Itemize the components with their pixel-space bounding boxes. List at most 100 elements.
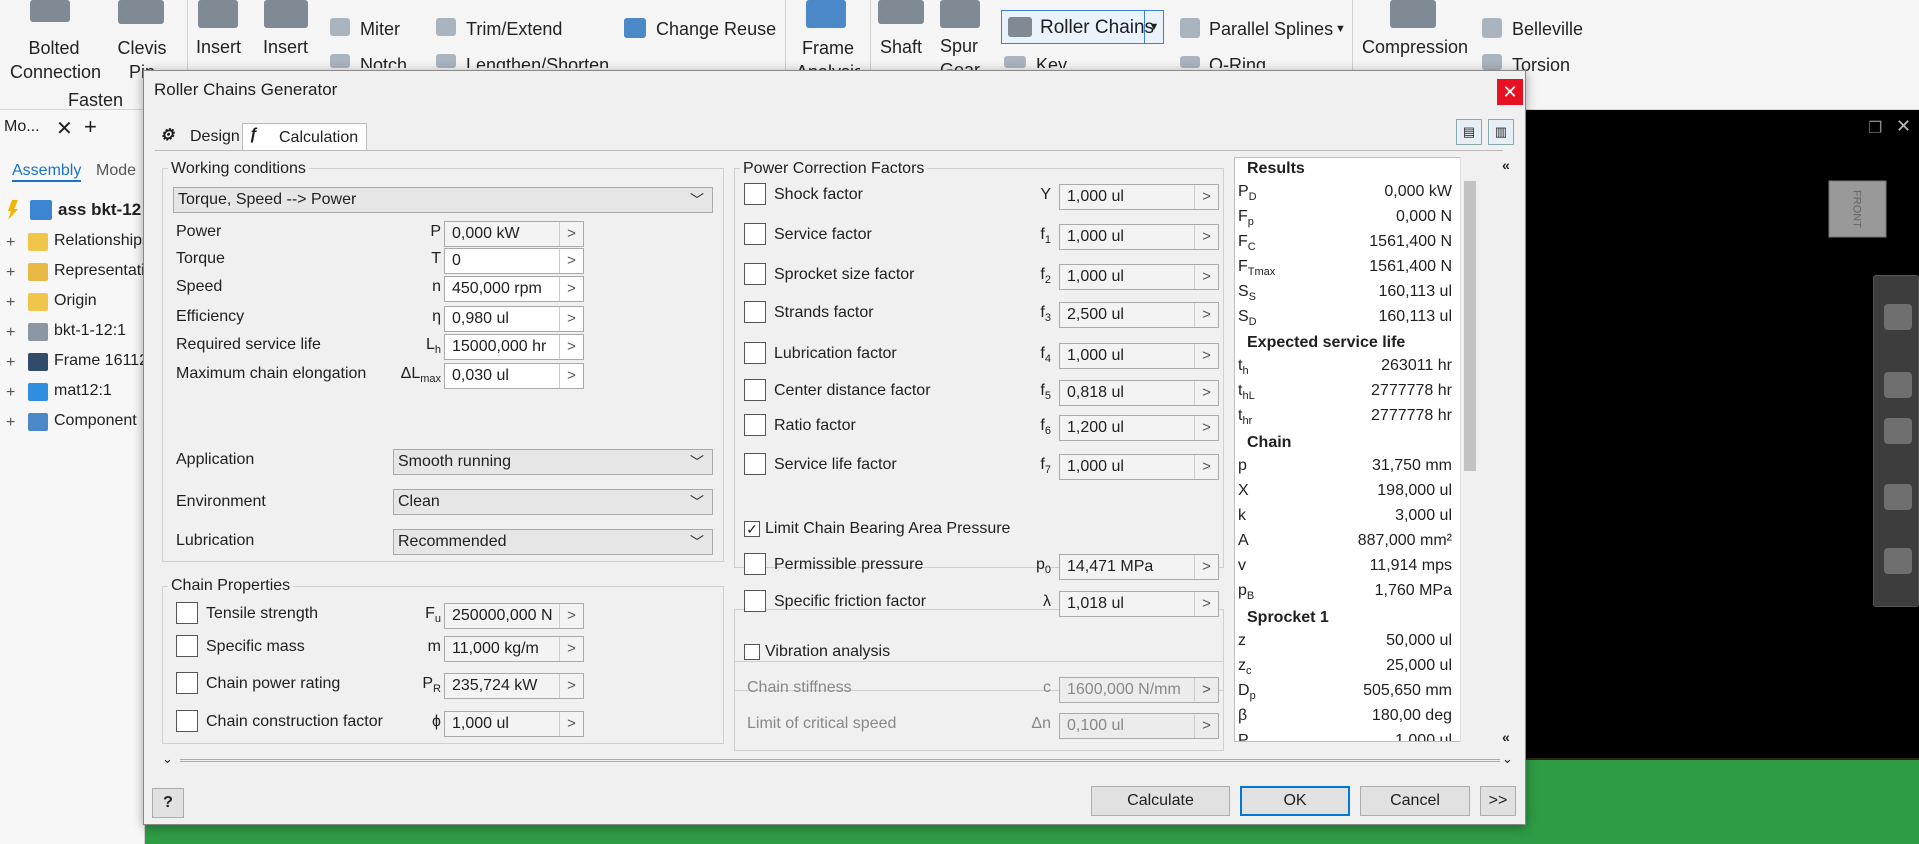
chevron-right-icon[interactable]: >: [1194, 344, 1218, 368]
ribbon-belleville[interactable]: Belleville: [1512, 18, 1583, 40]
collapse-results-icon[interactable]: «: [1502, 157, 1510, 173]
help-button[interactable]: ?: [152, 788, 184, 818]
working-row-input[interactable]: 15000,000 hr >: [444, 334, 584, 360]
scrollbar-thumb[interactable]: [1464, 181, 1476, 471]
dropdown-arrow-icon[interactable]: ▼: [1144, 11, 1163, 43]
viewport-close-icon[interactable]: ✕: [1896, 116, 1911, 137]
limit-bearing-checkbox[interactable]: ✓: [744, 521, 760, 537]
ribbon-shaft[interactable]: Shaft: [880, 36, 922, 58]
chevron-right-icon[interactable]: >: [1194, 678, 1218, 702]
ribbon-compression[interactable]: Compression: [1362, 36, 1468, 58]
roller-chains-combo[interactable]: Roller Chains ▼: [1001, 10, 1164, 44]
add-tab-icon[interactable]: +: [84, 114, 97, 140]
restore-window-icon[interactable]: ❐: [1868, 118, 1882, 138]
tree-item-frame[interactable]: + Frame 16112: [0, 351, 145, 375]
expand-down-icon[interactable]: ⌄: [162, 751, 173, 767]
modeling-tab[interactable]: Mode: [96, 162, 136, 180]
power-factor-row-input[interactable]: 1,200 ul >: [1059, 415, 1219, 441]
browser-tab[interactable]: Mo...: [4, 118, 40, 136]
power-factor-row-checkbox[interactable]: [744, 342, 766, 364]
look-at-icon[interactable]: [1884, 548, 1912, 574]
chevron-right-icon[interactable]: >: [559, 674, 583, 698]
guide-icon[interactable]: ▤: [1456, 119, 1482, 145]
power-factor-row-checkbox[interactable]: [744, 263, 766, 285]
ok-button[interactable]: OK: [1240, 786, 1350, 816]
ribbon-key[interactable]: Key: [1036, 54, 1067, 68]
chevron-right-icon[interactable]: >: [559, 277, 583, 301]
chevron-right-icon[interactable]: >: [1194, 265, 1218, 289]
bearing-row-checkbox[interactable]: [744, 590, 766, 612]
tree-item-representations[interactable]: +Representations: [0, 261, 145, 285]
cancel-button[interactable]: Cancel: [1360, 786, 1470, 816]
ribbon-o-ring[interactable]: O-Ring: [1209, 54, 1266, 68]
power-factor-row-input[interactable]: 2,500 ul >: [1059, 302, 1219, 328]
chevron-right-icon[interactable]: >: [559, 222, 583, 246]
assembly-tab[interactable]: Assembly: [12, 162, 82, 182]
chain-prop-row-input[interactable]: 235,724 kW >: [444, 673, 584, 699]
calculation-mode-select[interactable]: Torque, Speed --> Power ﹀: [173, 187, 713, 213]
ribbon-trim-extend[interactable]: Trim/Extend: [466, 18, 562, 40]
chevron-right-icon[interactable]: >: [559, 637, 583, 661]
splitter[interactable]: [180, 759, 1500, 762]
tree-item-component[interactable]: + Component: [0, 411, 145, 435]
working-row-input[interactable]: 0,000 kW >: [444, 221, 584, 247]
chain-prop-row-input[interactable]: 11,000 kg/m >: [444, 636, 584, 662]
chevron-right-icon[interactable]: >: [1194, 303, 1218, 327]
pan-icon[interactable]: [1884, 372, 1912, 398]
chain-prop-row-checkbox[interactable]: [176, 602, 198, 624]
power-factor-row-input[interactable]: 1,000 ul >: [1059, 343, 1219, 369]
chevron-right-icon[interactable]: >: [559, 364, 583, 388]
chain-prop-row-checkbox[interactable]: [176, 710, 198, 732]
tree-item-origin[interactable]: + Origin: [0, 291, 145, 315]
power-factor-row-input[interactable]: 1,000 ul >: [1059, 184, 1219, 210]
tree-item-relationships[interactable]: + Relationships: [0, 231, 145, 255]
tree-item-mat[interactable]: + mat12:1: [0, 381, 145, 405]
chevron-right-icon[interactable]: >: [559, 604, 583, 628]
zoom-icon[interactable]: [1884, 418, 1912, 444]
ribbon-insert-end-cap[interactable]: Insert: [263, 36, 308, 58]
report-icon[interactable]: ▥: [1488, 119, 1514, 145]
ribbon-lengthen-shorten[interactable]: Lengthen/Shorten: [466, 54, 609, 68]
tab-design[interactable]: ⚙ Design: [154, 123, 248, 151]
vibration-row-input[interactable]: 1600,000 N/mm >: [1059, 677, 1219, 703]
power-factor-row-checkbox[interactable]: [744, 414, 766, 436]
orbit-icon[interactable]: [1884, 484, 1912, 510]
chevron-right-icon[interactable]: >: [1194, 714, 1218, 738]
close-icon[interactable]: ✕: [56, 116, 73, 141]
power-factor-row-checkbox[interactable]: [744, 379, 766, 401]
power-factor-row-input[interactable]: 1,000 ul >: [1059, 454, 1219, 480]
chain-prop-row-checkbox[interactable]: [176, 672, 198, 694]
chevron-right-icon[interactable]: >: [559, 712, 583, 736]
ribbon-bolted-connection[interactable]: Bolted Connection: [10, 36, 101, 84]
chevron-right-icon[interactable]: >: [1194, 555, 1218, 579]
power-factor-row-checkbox[interactable]: [744, 183, 766, 205]
expand-down-right-icon[interactable]: ⌄: [1502, 751, 1513, 767]
power-factor-row-checkbox[interactable]: [744, 223, 766, 245]
bearing-row-input[interactable]: 1,018 ul >: [1059, 591, 1219, 617]
power-factor-row-input[interactable]: 1,000 ul >: [1059, 224, 1219, 250]
chain-prop-row-input[interactable]: 1,000 ul >: [444, 711, 584, 737]
chain-prop-row-checkbox[interactable]: [176, 635, 198, 657]
chevron-right-icon[interactable]: >: [1194, 455, 1218, 479]
chevron-right-icon[interactable]: >: [559, 307, 583, 331]
tab-calculation[interactable]: ƒ Calculation: [242, 123, 368, 151]
environment-select[interactable]: Clean ﹀: [393, 489, 713, 515]
dialog-close-button[interactable]: ✕: [1497, 79, 1523, 105]
working-row-input[interactable]: 450,000 rpm >: [444, 276, 584, 302]
chevron-right-icon[interactable]: >: [1194, 381, 1218, 405]
chevron-right-icon[interactable]: >: [559, 249, 583, 273]
parallel-splines-dropdown-icon[interactable]: ▼: [1335, 18, 1346, 40]
vibration-checkbox[interactable]: [744, 644, 760, 660]
lubrication-select[interactable]: Recommended ﹀: [393, 529, 713, 555]
chevron-right-icon[interactable]: >: [559, 335, 583, 359]
ribbon-notch[interactable]: Notch: [360, 54, 407, 68]
chain-prop-row-input[interactable]: 250000,000 N >: [444, 603, 584, 629]
bearing-row-input[interactable]: 14,471 MPa >: [1059, 554, 1219, 580]
bearing-row-checkbox[interactable]: [744, 553, 766, 575]
chevron-right-icon[interactable]: >: [1194, 185, 1218, 209]
working-row-input[interactable]: 0,030 ul >: [444, 363, 584, 389]
ribbon-parallel-splines[interactable]: Parallel Splines: [1209, 18, 1333, 40]
power-factor-row-checkbox[interactable]: [744, 301, 766, 323]
application-select[interactable]: Smooth running ﹀: [393, 449, 713, 475]
chevron-right-icon[interactable]: >: [1194, 225, 1218, 249]
